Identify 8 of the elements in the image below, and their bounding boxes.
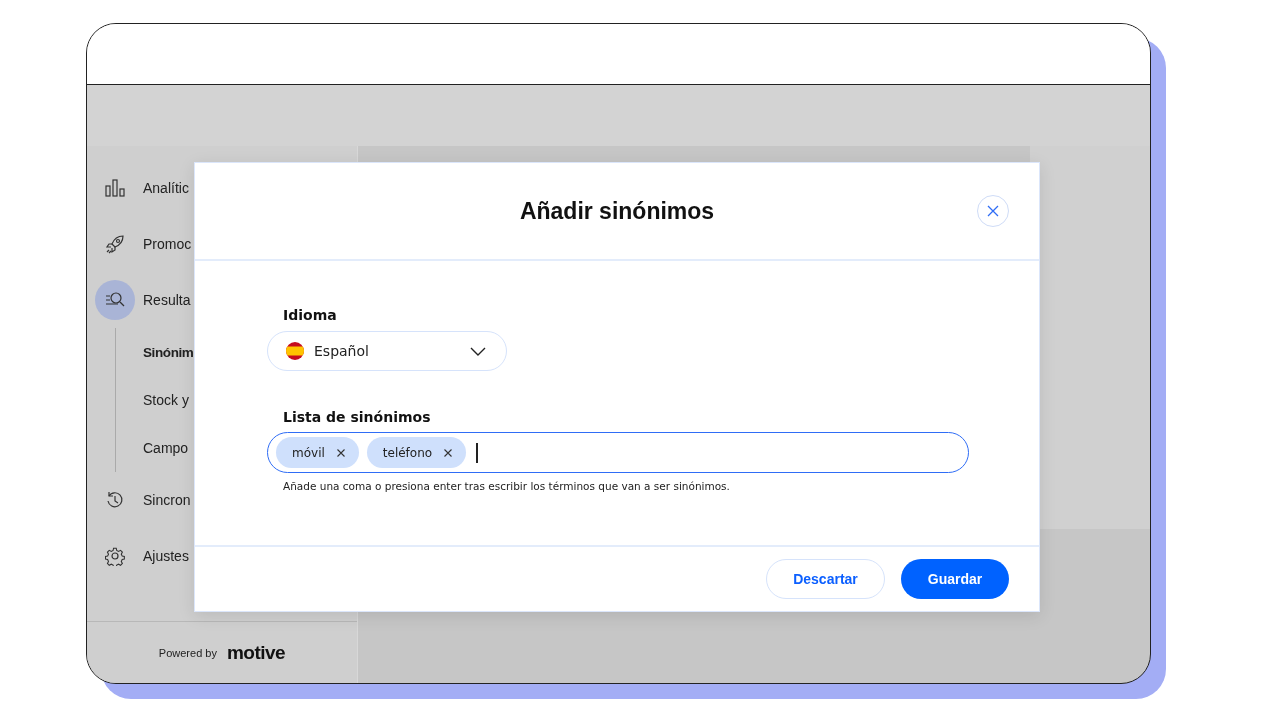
hint-text: Añade una coma o presiona enter tras escribir los términos que van a ser sinónimos. <box>283 480 730 492</box>
powered-by-text: Powered by <box>158 646 217 659</box>
dialog-title: Añadir sinónimos <box>519 197 715 225</box>
field-label: Idioma <box>283 307 337 323</box>
logo: motive <box>226 641 286 664</box>
field-label: Lista de sinónimos <box>283 409 431 425</box>
synonym-tag: teléfono <box>366 437 467 468</box>
synonym-tag: móvil <box>276 437 359 468</box>
